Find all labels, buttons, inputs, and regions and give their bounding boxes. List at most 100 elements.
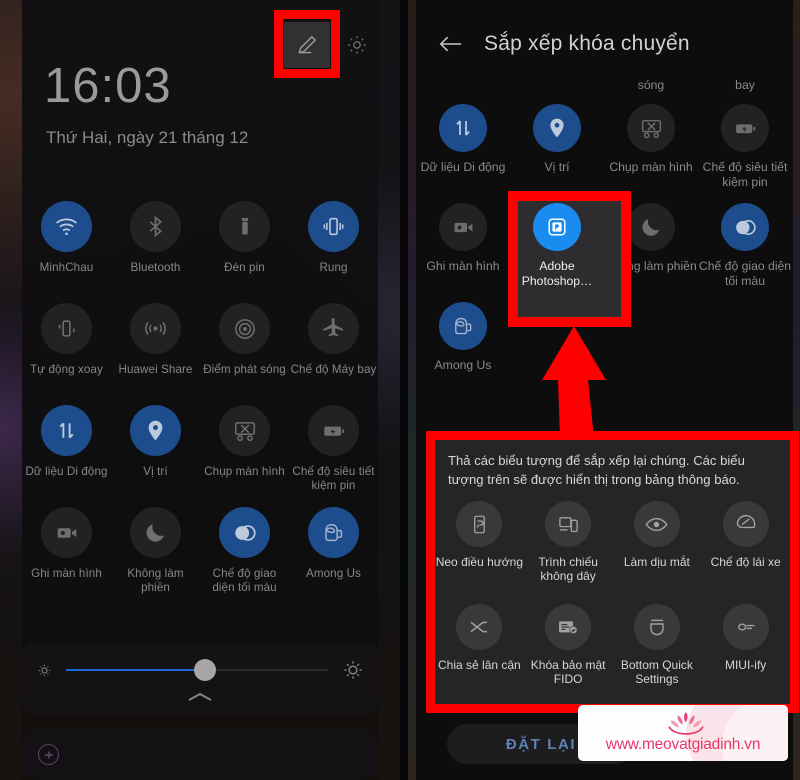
gear-icon — [348, 36, 366, 54]
quick-tile-row: MinhChau Bluetooth Đèn pin Rung — [22, 196, 378, 298]
quick-tile-ultra-power-saving[interactable]: Chế độ siêu tiết kiệm pin — [289, 400, 378, 502]
tile-label: Chế độ siêu tiết kiệm pin — [702, 160, 788, 189]
tile-label: Among Us — [306, 567, 361, 580]
tile-circle — [41, 405, 92, 456]
edit-toggles-screen: Sắp xếp khóa chuyển sóng bay Dữ liệu Di — [408, 0, 800, 780]
mobile-data-icon — [59, 422, 74, 439]
tile-circle — [41, 201, 92, 252]
wallpaper-edge-right — [793, 0, 800, 780]
tile-label: Đèn pin — [224, 261, 265, 274]
tile-circle — [219, 507, 270, 558]
quick-settings-surface: 16:03 Thứ Hai, ngày 21 tháng 12 MinhChau — [22, 0, 378, 780]
notification-card[interactable] — [22, 728, 378, 780]
tile-circle — [308, 201, 359, 252]
battery-saver-icon — [735, 123, 755, 133]
brightness-slider[interactable] — [66, 659, 328, 681]
brightness-low-button — [22, 662, 66, 679]
tile-circle — [721, 203, 769, 251]
edit-tile-screen-record[interactable]: Ghi màn hình — [416, 199, 510, 298]
quick-tile-location[interactable]: Vị trí — [111, 400, 200, 502]
chevron-up-icon — [188, 692, 212, 701]
tile-circle — [722, 501, 769, 547]
huawei-share-icon — [145, 321, 166, 336]
tile-label: Dữ liệu Di động — [420, 160, 506, 174]
tile-label: Chụp màn hình — [204, 465, 285, 478]
moon-icon — [146, 524, 165, 542]
quick-tile-airplane[interactable]: Chế độ Máy bay — [289, 298, 378, 400]
tile-label: Trình chiếu không dây — [538, 555, 598, 584]
tile-circle — [439, 104, 487, 152]
collapse-handle[interactable] — [22, 691, 378, 703]
screenshot-icon — [641, 119, 661, 138]
tile-label: Huawei Share — [118, 363, 193, 376]
quick-tile-flashlight[interactable]: Đèn pin — [200, 196, 289, 298]
tile-circle — [456, 604, 503, 650]
quick-tile-huawei-share[interactable]: Huawei Share — [111, 298, 200, 400]
edit-tile-screenshot[interactable]: Chụp màn hình — [604, 100, 698, 199]
wifi-icon — [56, 218, 77, 236]
available-toggles-row: Neo điều hướng Trình chiếu không dây Làm… — [435, 498, 790, 601]
partial-label-hotspot: sóng — [637, 78, 665, 92]
available-tile-nearby-share[interactable]: Chia sẻ lân cận — [435, 601, 524, 704]
edit-tile-among-us[interactable]: Among Us — [416, 298, 510, 397]
available-tile-bottom-quick-settings[interactable]: Bottom Quick Settings — [613, 601, 702, 704]
quick-tile-row: Dữ liệu Di động Vị trí Chụp màn hình Chế… — [22, 400, 378, 502]
quick-tile-grid: MinhChau Bluetooth Đèn pin Rung Tự động … — [22, 196, 378, 604]
edit-tile-dark-mode[interactable]: Chế độ giao diện tối màu — [698, 199, 792, 298]
available-tile-fido-key[interactable]: Khóa bảo mật FIDO — [524, 601, 613, 704]
available-tile-eye-comfort[interactable]: Làm dịu mắt — [613, 498, 702, 601]
quick-tile-hotspot[interactable]: Điểm phát sóng — [200, 298, 289, 400]
moon-icon — [642, 219, 660, 236]
available-toggles-grid: Neo điều hướng Trình chiếu không dây Làm… — [435, 498, 790, 704]
tile-label: Bluetooth — [130, 261, 181, 274]
arrow-up-icon — [542, 326, 606, 438]
location-pin-icon — [550, 118, 564, 138]
brightness-slider-thumb[interactable] — [193, 659, 216, 681]
available-tile-miui-ify[interactable]: MIUI-ify — [701, 601, 790, 704]
brightness-high-button — [328, 659, 378, 681]
auto-rotate-icon — [58, 320, 75, 337]
tile-circle — [130, 303, 181, 354]
edit-tile-ultra-power-saving[interactable]: Chế độ siêu tiết kiệm pin — [698, 100, 792, 199]
quick-tile-among-us[interactable]: Among Us — [289, 502, 378, 604]
watermark-url: www.meovatgiadinh.vn — [605, 736, 761, 753]
tile-circle — [722, 604, 769, 650]
reorder-instruction-text: Thả các biểu tượng để sắp xếp lại chúng.… — [448, 453, 745, 487]
back-button[interactable] — [416, 32, 484, 56]
edit-tile-mobile-data[interactable]: Dữ liệu Di động — [416, 100, 510, 199]
tile-circle — [308, 303, 359, 354]
quick-tile-auto-rotate[interactable]: Tự động xoay — [22, 298, 111, 400]
among-us-icon — [454, 317, 471, 334]
edit-tile-location[interactable]: Vị trí — [510, 100, 604, 199]
available-tile-wireless-cast[interactable]: Trình chiếu không dây — [524, 498, 613, 601]
quick-tile-dnd[interactable]: Không làm phiền — [111, 502, 200, 604]
hotspot-icon — [234, 318, 255, 339]
up-arrow-annotation — [534, 326, 614, 438]
tile-label: Neo điều hướng — [435, 555, 524, 569]
quick-tile-wifi[interactable]: MinhChau — [22, 196, 111, 298]
quick-tile-vibrate[interactable]: Rung — [289, 196, 378, 298]
quick-tile-bluetooth[interactable]: Bluetooth — [111, 196, 200, 298]
settings-button[interactable] — [342, 30, 372, 60]
tile-label: Ghi màn hình — [31, 567, 102, 580]
tile-circle — [41, 303, 92, 354]
tile-label: Chế độ lái xe — [710, 555, 781, 569]
driving-mode-icon — [736, 514, 755, 529]
quick-tile-screenshot[interactable]: Chụp màn hình — [200, 400, 289, 502]
quick-tile-mobile-data[interactable]: Dữ liệu Di động — [22, 400, 111, 502]
tile-label: Vị trí — [544, 160, 570, 174]
miui-ify-icon — [737, 623, 755, 631]
photoshop-tile-highlight — [508, 191, 631, 327]
quick-tile-screen-record[interactable]: Ghi màn hình — [22, 502, 111, 604]
available-tile-nav-anchor[interactable]: Neo điều hướng — [435, 498, 524, 601]
tile-circle — [439, 203, 487, 251]
edit-toggles-header: Sắp xếp khóa chuyển — [416, 18, 793, 70]
quick-tile-dark-mode[interactable]: Chế độ giao diện tối màu — [200, 502, 289, 604]
location-pin-icon — [148, 420, 163, 441]
tile-label: MIUI-ify — [724, 658, 767, 672]
available-tile-driving-mode[interactable]: Chế độ lái xe — [701, 498, 790, 601]
tile-circle — [633, 501, 680, 547]
tile-circle — [308, 405, 359, 456]
brightness-row — [22, 653, 378, 687]
tile-label: Rung — [319, 261, 348, 274]
